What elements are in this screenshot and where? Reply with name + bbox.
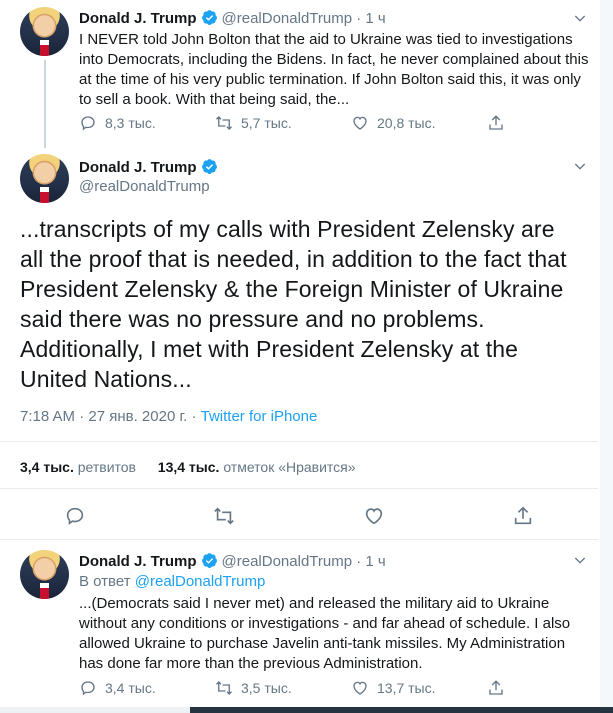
tweet-1[interactable]: Donald J. Trump @realDonaldTrump · 1 ч I …	[0, 0, 600, 148]
tweet-source[interactable]: Twitter for iPhone	[201, 408, 318, 425]
reply-count: 8,3 тыс.	[105, 115, 156, 131]
tweet-actions: 8,3 тыс. 5,7 тыс. 20,8 тыс.	[79, 114, 527, 132]
retweet-stat[interactable]: 3,4 тыс. ретвитов	[20, 459, 136, 475]
verified-icon	[201, 159, 217, 174]
like-button[interactable]: 20,8 тыс.	[351, 114, 487, 132]
reply-prefix: В ответ	[79, 573, 135, 590]
verified-icon	[201, 553, 217, 568]
share-icon[interactable]	[512, 505, 534, 527]
scroll-gutter	[600, 0, 613, 713]
reply-icon[interactable]	[64, 505, 86, 527]
tweet-3[interactable]: Donald J. Trump @realDonaldTrump · 1 ч В …	[0, 540, 600, 713]
retweet-count: 5,7 тыс.	[241, 115, 292, 131]
thread-line	[44, 60, 46, 148]
retweet-stat-label: ретвитов	[77, 459, 136, 475]
like-count: 20,8 тыс.	[377, 115, 436, 131]
divider	[0, 488, 598, 489]
avatar[interactable]	[20, 7, 69, 56]
like-count: 13,7 тыс.	[377, 680, 436, 696]
share-icon	[489, 680, 503, 695]
share-icon	[489, 115, 503, 130]
author-name[interactable]: Donald J. Trump	[79, 159, 197, 176]
reply-count: 3,4 тыс.	[105, 680, 156, 696]
avatar[interactable]	[20, 550, 69, 599]
reply-button[interactable]: 3,4 тыс.	[79, 679, 215, 697]
tweet-time[interactable]: · 1 ч	[356, 553, 386, 570]
tweet-time[interactable]: · 1 ч	[356, 10, 386, 27]
share-button[interactable]	[487, 679, 527, 697]
chevron-down-icon[interactable]	[572, 158, 588, 174]
tweet-actions: 3,4 тыс. 3,5 тыс. 13,7 тыс.	[79, 679, 527, 697]
retweet-button[interactable]: 5,7 тыс.	[215, 114, 351, 132]
author-handle[interactable]: @realDonaldTrump	[222, 10, 353, 27]
reply-mention[interactable]: @realDonaldTrump	[135, 573, 266, 590]
retweet-icon	[216, 681, 232, 695]
bottom-edge-dark	[190, 707, 613, 713]
like-stat-label: отметок «Нравится»	[223, 459, 356, 475]
share-button[interactable]	[487, 114, 527, 132]
like-icon[interactable]	[363, 505, 385, 527]
chevron-down-icon[interactable]	[572, 552, 588, 568]
retweet-button[interactable]: 3,5 тыс.	[215, 679, 351, 697]
reply-button[interactable]: 8,3 тыс.	[79, 114, 215, 132]
retweet-icon	[216, 116, 232, 130]
chevron-down-icon[interactable]	[572, 10, 588, 26]
retweet-icon[interactable]	[213, 505, 235, 527]
author-name[interactable]: Donald J. Trump	[79, 10, 197, 27]
tweet-2-main[interactable]: Donald J. Trump @realDonaldTrump ...tran…	[0, 148, 600, 540]
like-icon	[353, 681, 367, 695]
reply-icon	[81, 116, 95, 131]
like-stat-count: 13,4 тыс.	[157, 459, 220, 475]
author-handle[interactable]: @realDonaldTrump	[79, 178, 210, 195]
like-button[interactable]: 13,7 тыс.	[351, 679, 487, 697]
tweet-text: ...transcripts of my calls with Presiden…	[20, 216, 567, 392]
verified-icon	[201, 10, 217, 25]
like-stat[interactable]: 13,4 тыс. отметок «Нравится»	[158, 459, 356, 475]
author-handle[interactable]: @realDonaldTrump	[222, 553, 353, 570]
author-name[interactable]: Donald J. Trump	[79, 553, 197, 570]
like-icon	[353, 116, 367, 130]
avatar[interactable]	[20, 154, 69, 203]
tweet-actions	[0, 505, 598, 527]
tweet-timestamp[interactable]: 7:18 AM · 27 янв. 2020 г. ·	[20, 408, 201, 425]
divider	[0, 441, 598, 442]
tweet-text: I NEVER told John Bolton that the aid to…	[79, 31, 589, 108]
reply-icon	[81, 681, 95, 696]
retweet-stat-count: 3,4 тыс.	[20, 459, 74, 475]
retweet-count: 3,5 тыс.	[241, 680, 292, 696]
tweet-text: ...(Democrats said I never met) and rele…	[79, 595, 571, 672]
